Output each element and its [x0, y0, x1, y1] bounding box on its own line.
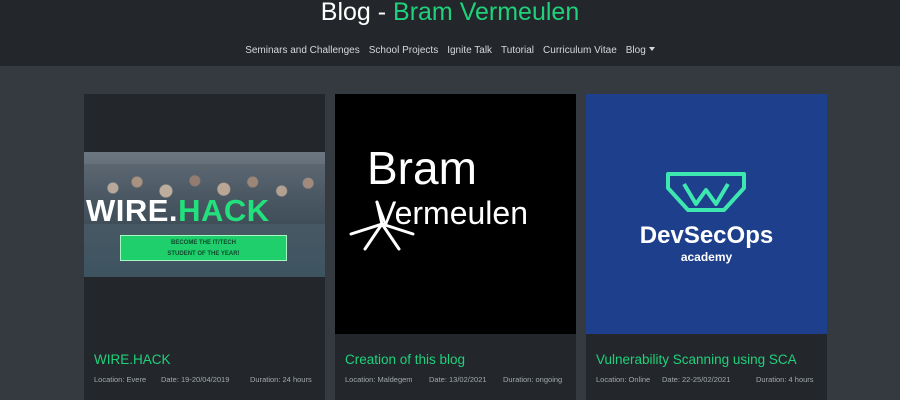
site-title-name: Bram Vermeulen [393, 0, 580, 26]
devsecops-logo-icon [666, 172, 746, 212]
site-title-prefix: Blog - [320, 0, 394, 26]
bram-logo-mark-icon [349, 200, 415, 251]
card-duration: Duration: 24 hours [250, 375, 312, 384]
nav-school-projects[interactable]: School Projects [369, 45, 438, 56]
bram-logo-line-1: Bram [367, 142, 477, 194]
card-duration: Duration: ongoing [503, 375, 563, 384]
blog-card-wire-hack[interactable]: WIRE.HACK BECOME THE IT/TECH STUDENT OF … [84, 94, 325, 400]
card-meta: Location: Maldegem Date: 13/02/2021 Dura… [345, 375, 570, 385]
site-title[interactable]: Blog - Bram Vermeulen [0, 0, 900, 28]
card-title[interactable]: Creation of this blog [345, 352, 465, 367]
card-image-devsecops: DevSecOps academy [586, 94, 827, 334]
wire-hack-word-white: WIRE. [86, 193, 179, 228]
card-date: Date: 19-20/04/2019 [161, 375, 230, 384]
wire-hack-logo-text: WIRE.HACK [86, 194, 270, 228]
card-duration: Duration: 4 hours [756, 375, 814, 384]
caret-down-icon [648, 46, 655, 51]
card-location: Location: Maldegem [345, 375, 413, 384]
devsecops-subtitle: academy [680, 250, 733, 264]
wire-hack-banner: BECOME THE IT/TECH STUDENT OF THE YEAR! [120, 235, 287, 261]
nav-tutorial[interactable]: Tutorial [501, 45, 534, 56]
card-title[interactable]: WIRE.HACK [94, 352, 171, 367]
card-title[interactable]: Vulnerability Scanning using SCA [596, 352, 797, 367]
card-location: Location: Evere [94, 375, 147, 384]
site-header: Blog - Bram Vermeulen Seminars and Chall… [0, 0, 900, 66]
card-date: Date: 22-25/02/2021 [662, 375, 731, 384]
wire-hack-word-green: HACK [178, 193, 270, 228]
nav-blog-label: Blog [625, 44, 646, 56]
card-image-bram-logo: Bram Vermeulen [335, 94, 576, 334]
card-image-wire-hack: WIRE.HACK BECOME THE IT/TECH STUDENT OF … [84, 94, 325, 334]
banner-line-1: BECOME THE IT/TECH [170, 240, 236, 246]
nav-curriculum-vitae[interactable]: Curriculum Vitae [543, 45, 617, 56]
card-location: Location: Online [596, 375, 651, 384]
main-nav: Seminars and Challenges School Projects … [0, 42, 900, 58]
blog-card-vulnerability-scanning[interactable]: DevSecOps academy Vulnerability Scanning… [586, 94, 827, 400]
blog-card-creation-of-blog[interactable]: Bram Vermeulen Creation of this blog Loc… [335, 94, 576, 400]
card-meta: Location: Online Date: 22-25/02/2021 Dur… [596, 375, 821, 385]
nav-ignite-talk[interactable]: Ignite Talk [447, 45, 492, 56]
nav-seminars[interactable]: Seminars and Challenges [245, 45, 360, 56]
banner-line-2: STUDENT OF THE YEAR! [167, 251, 240, 257]
card-date: Date: 13/02/2021 [429, 375, 487, 384]
devsecops-title: DevSecOps [639, 222, 774, 249]
nav-blog-dropdown[interactable]: Blog [626, 45, 655, 56]
card-meta: Location: Evere Date: 19-20/04/2019 Dura… [94, 375, 319, 385]
